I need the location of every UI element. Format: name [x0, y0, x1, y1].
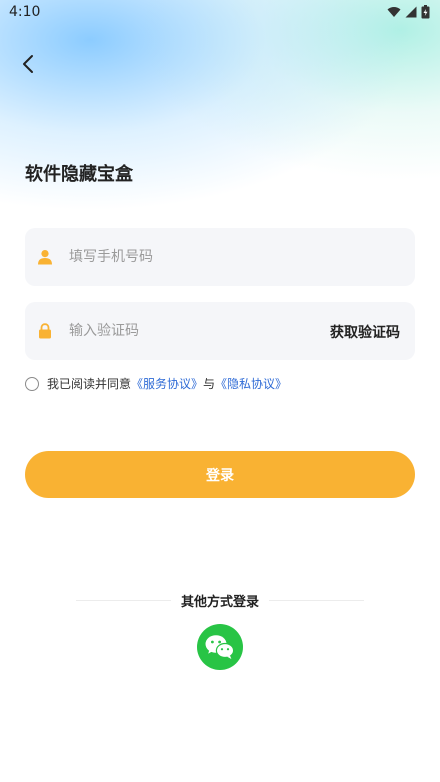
battery-icon [421, 5, 430, 19]
login-button[interactable]: 登录 [25, 451, 415, 498]
lock-icon [39, 323, 51, 339]
get-code-button[interactable]: 获取验证码 [330, 322, 400, 342]
divider-line-left [76, 599, 171, 601]
signal-icon [405, 6, 417, 18]
agreement-radio[interactable] [25, 376, 39, 391]
agreement-prefix: 我已阅读并同意 [47, 377, 132, 391]
chevron-left-icon [23, 55, 33, 73]
page-title: 软件隐藏宝盒 [25, 164, 133, 185]
status-time: 4:10 [9, 4, 41, 20]
privacy-agreement-link[interactable]: 《隐私协议》 [215, 375, 287, 392]
verification-code-field[interactable]: 获取验证码 [25, 302, 415, 360]
back-button[interactable] [12, 48, 44, 80]
agreement-joiner: 与 [203, 377, 216, 391]
divider-line-right [269, 599, 365, 601]
status-bar: 4:10 [0, 0, 440, 26]
header-gradient-background [0, 0, 440, 260]
agreement-row: 我已阅读并同意 《服务协议》 与 《隐私协议》 [25, 375, 287, 392]
service-agreement-link[interactable]: 《服务协议》 [131, 375, 203, 392]
user-icon [38, 250, 52, 265]
wifi-icon [387, 7, 401, 18]
phone-field[interactable] [25, 228, 415, 286]
other-login-label: 其他方式登录 [181, 594, 260, 610]
status-icons [387, 5, 430, 19]
phone-input[interactable] [69, 228, 329, 286]
verification-code-input[interactable] [69, 302, 329, 360]
wechat-login-button[interactable] [197, 624, 243, 670]
other-login-divider: 其他方式登录 [76, 590, 365, 610]
wechat-icon [205, 635, 235, 659]
